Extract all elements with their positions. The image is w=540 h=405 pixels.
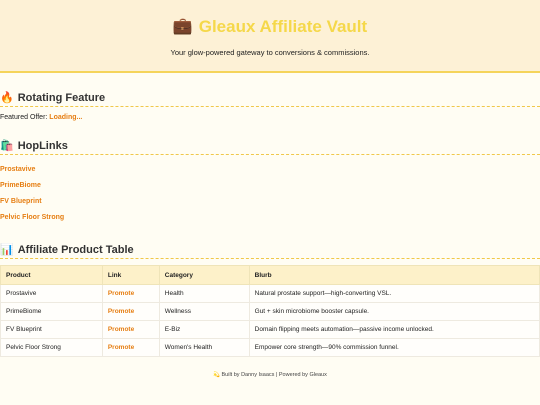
cell-blurb: Gut + skin microbiome booster capsule. [248, 302, 540, 321]
promote-link[interactable]: Promote [108, 344, 134, 351]
site-footer: 💫 Built by Danny Isaacs | Powered by Gle… [0, 372, 540, 378]
featured-offer: Featured Offer: Loading... [0, 114, 82, 121]
site-tagline: Your glow-powered gateway to conversions… [170, 48, 370, 57]
cell-blurb: Domain flipping meets automation—passive… [248, 320, 540, 339]
column-header-product: Product [0, 265, 103, 285]
cell-blurb: Empower core strength—90% commission fun… [248, 338, 540, 357]
cell-category: Wellness [158, 302, 250, 321]
hoplinks-heading: 🛍️ HopLinks [0, 139, 540, 155]
sparkle-icon: 💫 [213, 372, 220, 378]
table-row: Pelvic Floor Strong Promote Women's Heal… [0, 338, 540, 357]
hoplinks-heading-text: HopLinks [17, 139, 68, 152]
cell-link: Promote [101, 284, 160, 303]
table-row: PrimeBiome Promote Wellness Gut + skin m… [0, 302, 540, 321]
featured-offer-label: Featured Offer: [0, 114, 48, 121]
product-table-wrap: Product Link Category Blurb Prostavive P… [0, 265, 540, 357]
cell-product: FV Blueprint [0, 320, 103, 339]
featured-offer-value[interactable]: Loading... [49, 114, 82, 121]
product-table: Product Link Category Blurb Prostavive P… [0, 265, 540, 357]
promote-link[interactable]: Promote [108, 290, 134, 297]
site-title-text: Gleaux Affiliate Vault [198, 17, 368, 36]
column-header-blurb: Blurb [248, 265, 540, 285]
cell-product: Prostavive [0, 284, 103, 303]
table-header-row: Product Link Category Blurb [0, 265, 540, 285]
site-header: 💼 Gleaux Affiliate Vault Your glow-power… [0, 0, 540, 73]
cell-link: Promote [101, 320, 160, 339]
cell-product: Pelvic Floor Strong [0, 338, 103, 357]
column-header-category: Category [158, 265, 250, 285]
promote-link[interactable]: Promote [108, 308, 134, 315]
fire-icon: 🔥 [0, 92, 14, 104]
table-row: Prostavive Promote Health Natural prosta… [0, 284, 540, 303]
cell-category: Health [158, 284, 250, 303]
bar-chart-icon: 📊 [0, 244, 14, 256]
hoplink-primebiome[interactable]: PrimeBiome [0, 182, 41, 189]
cell-link: Promote [101, 338, 160, 357]
briefcase-icon: 💼 [172, 18, 193, 35]
cell-category: E-Biz [158, 320, 250, 339]
cell-category: Women's Health [158, 338, 250, 357]
column-header-link: Link [101, 265, 160, 285]
cell-blurb: Natural prostate support—high-converting… [248, 284, 540, 303]
cell-product: PrimeBiome [0, 302, 103, 321]
cell-link: Promote [101, 302, 160, 321]
product-table-heading: 📊 Affiliate Product Table [0, 243, 540, 259]
shopping-bags-icon: 🛍️ [0, 140, 14, 152]
hoplink-fv-blueprint[interactable]: FV Blueprint [0, 198, 42, 205]
rotating-feature-heading: 🔥 Rotating Feature [0, 91, 540, 107]
hoplink-pelvic-floor-strong[interactable]: Pelvic Floor Strong [0, 214, 64, 221]
footer-text: Built by Danny Isaacs | Powered by Gleau… [221, 372, 327, 378]
product-table-heading-text: Affiliate Product Table [17, 243, 134, 256]
hoplink-prostavive[interactable]: Prostavive [0, 166, 35, 173]
rotating-feature-heading-text: Rotating Feature [17, 91, 106, 104]
table-row: FV Blueprint Promote E-Biz Domain flippi… [0, 320, 540, 339]
promote-link[interactable]: Promote [108, 326, 134, 333]
site-title: 💼 Gleaux Affiliate Vault [0, 16, 540, 38]
